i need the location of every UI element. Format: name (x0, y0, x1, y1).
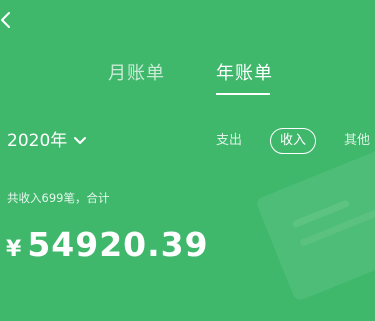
bill-tabs: 月账单 年账单 (0, 62, 375, 98)
chevron-left-icon (1, 12, 10, 28)
filter-income[interactable]: 收入 (270, 128, 316, 154)
tab-monthly-bill[interactable]: 月账单 (108, 62, 165, 86)
total-amount: ¥ 54920.39 (6, 225, 209, 264)
tab-yearly-bill[interactable]: 年账单 (216, 62, 273, 86)
active-tab-indicator (216, 93, 270, 95)
type-filters: 支出 收入 其他 (0, 128, 375, 154)
income-summary-text: 共收入699笔，合计 (7, 191, 110, 205)
filter-other[interactable]: 其他 (344, 128, 370, 154)
amount-value: 54920.39 (27, 225, 209, 264)
decorative-card-illustration (255, 140, 375, 320)
currency-symbol: ¥ (6, 237, 22, 262)
back-button[interactable] (0, 8, 16, 32)
filter-expense[interactable]: 支出 (216, 128, 242, 154)
